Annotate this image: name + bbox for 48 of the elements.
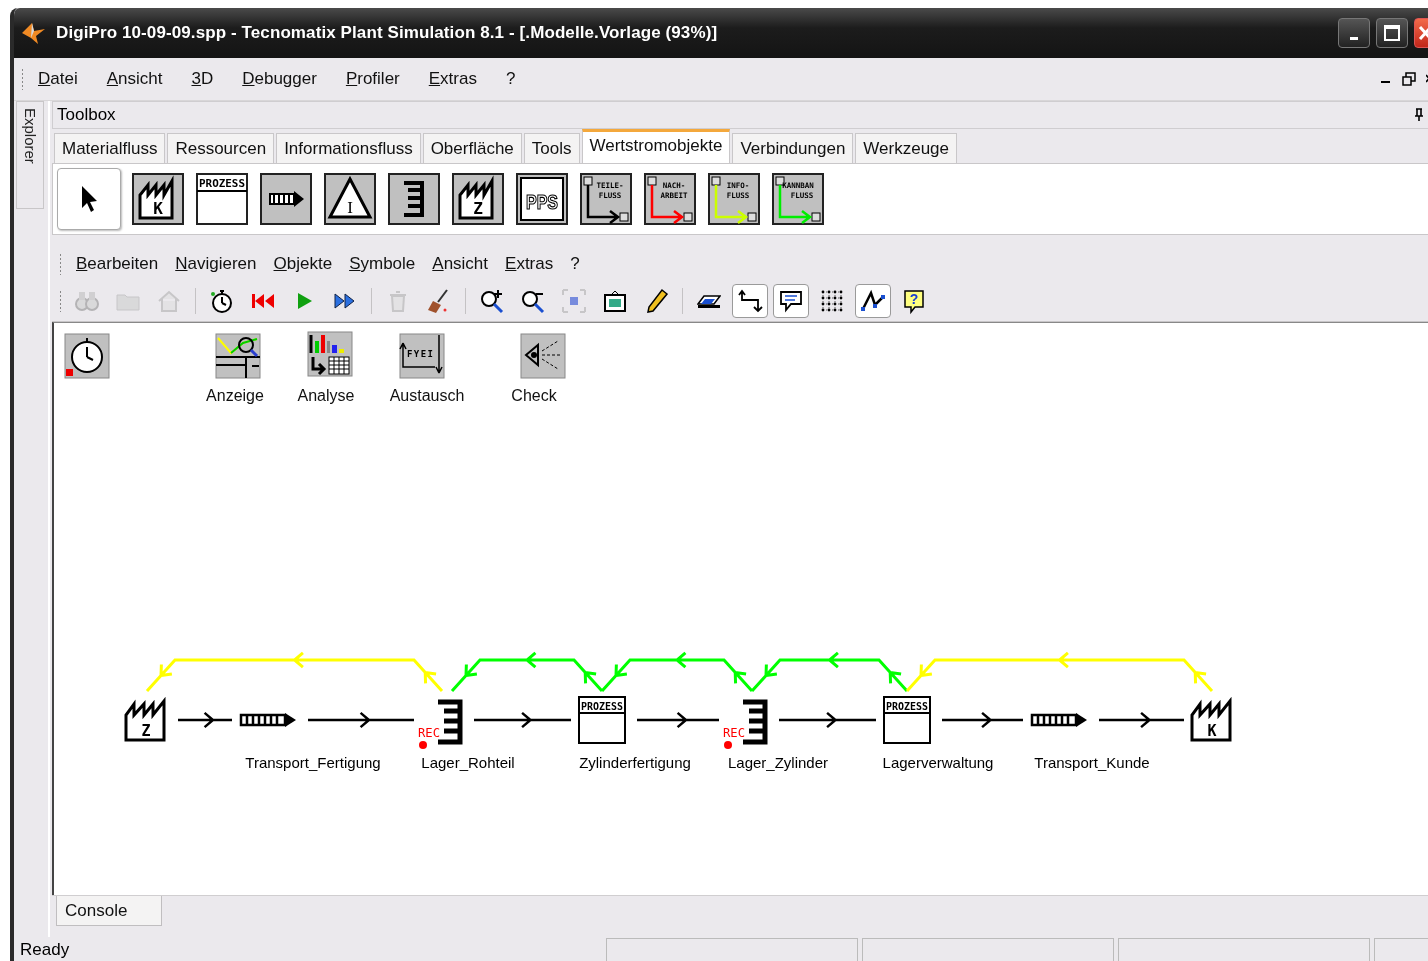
toolbox-tab[interactable]: Tools (523, 133, 580, 163)
node-label: Lagerverwaltung (882, 754, 994, 771)
object-label: Anzeige (206, 387, 264, 405)
toolbox-tab[interactable]: Werkzeuge (855, 133, 958, 163)
panel-title: Toolbox (57, 105, 116, 125)
window-title: DigiPro 10-09-09.spp - Tecnomatix Plant Simulation 8.1 - [.Modelle.Vorlage (93%)] (56, 23, 718, 43)
toolbox-tab[interactable]: Verbindungen (732, 133, 854, 163)
menu-item[interactable]: Profiler (345, 69, 400, 89)
toolbox-tab[interactable]: Informationsfluss (276, 133, 421, 163)
menu-item[interactable]: Ansicht (432, 254, 489, 274)
node-label: Lager_Rohteil (421, 754, 515, 771)
exchange-icon[interactable]: FYEI (399, 333, 445, 379)
node-label: Transport_Kunde (1034, 754, 1150, 771)
factory-node[interactable]: K (1190, 696, 1232, 742)
node-label: Transport_Fertigung (245, 754, 381, 771)
process-node[interactable]: PROZESS (578, 696, 626, 744)
console-tab[interactable]: Console (56, 896, 162, 926)
menu-item[interactable]: Ansicht (106, 69, 163, 89)
menu-item[interactable]: Objekte (273, 254, 333, 274)
menu-item[interactable]: Navigieren (175, 254, 257, 274)
toolbox-tab[interactable]: Ressourcen (167, 133, 275, 163)
status-text: Ready (20, 939, 70, 961)
node-label: Zylinderfertigung (579, 754, 691, 771)
menu-item[interactable]: Bearbeiten (76, 254, 159, 274)
process-node[interactable]: PROZESS (883, 696, 931, 744)
object-label: Austausch (389, 387, 465, 405)
factory-tool-button[interactable]: Z (451, 172, 505, 226)
factory-tool-button[interactable]: K (131, 172, 185, 226)
warning-tool-button[interactable]: I (323, 172, 377, 226)
menu-item[interactable]: ? (505, 69, 516, 89)
menu-item[interactable]: Extras (505, 254, 554, 274)
menu-item[interactable]: Datei (38, 69, 78, 89)
menu-item[interactable]: Debugger (242, 69, 317, 89)
object-label: Check (511, 387, 557, 405)
factory-node[interactable]: Z (124, 696, 166, 742)
buffer-node[interactable]: REC (723, 699, 768, 749)
object-label: Analyse (297, 387, 355, 405)
menu-item[interactable]: 3D (191, 69, 214, 89)
menu-item[interactable]: ? (570, 254, 580, 274)
process-tool-button[interactable]: PROZESS (195, 172, 249, 226)
explorer-tab[interactable]: Explorer (16, 101, 44, 209)
node-label: Lager_Zylinder (727, 754, 829, 771)
buffer-node[interactable]: REC (418, 699, 463, 749)
menu-item[interactable]: Extras (428, 69, 477, 89)
toolbox-tab[interactable]: Wertstromobjekte (581, 129, 731, 163)
menu-item[interactable]: Symbole (349, 254, 416, 274)
toolbox-tab[interactable]: Materialfluss (54, 133, 166, 163)
toolbox-tab[interactable]: Oberfläche (422, 133, 522, 163)
